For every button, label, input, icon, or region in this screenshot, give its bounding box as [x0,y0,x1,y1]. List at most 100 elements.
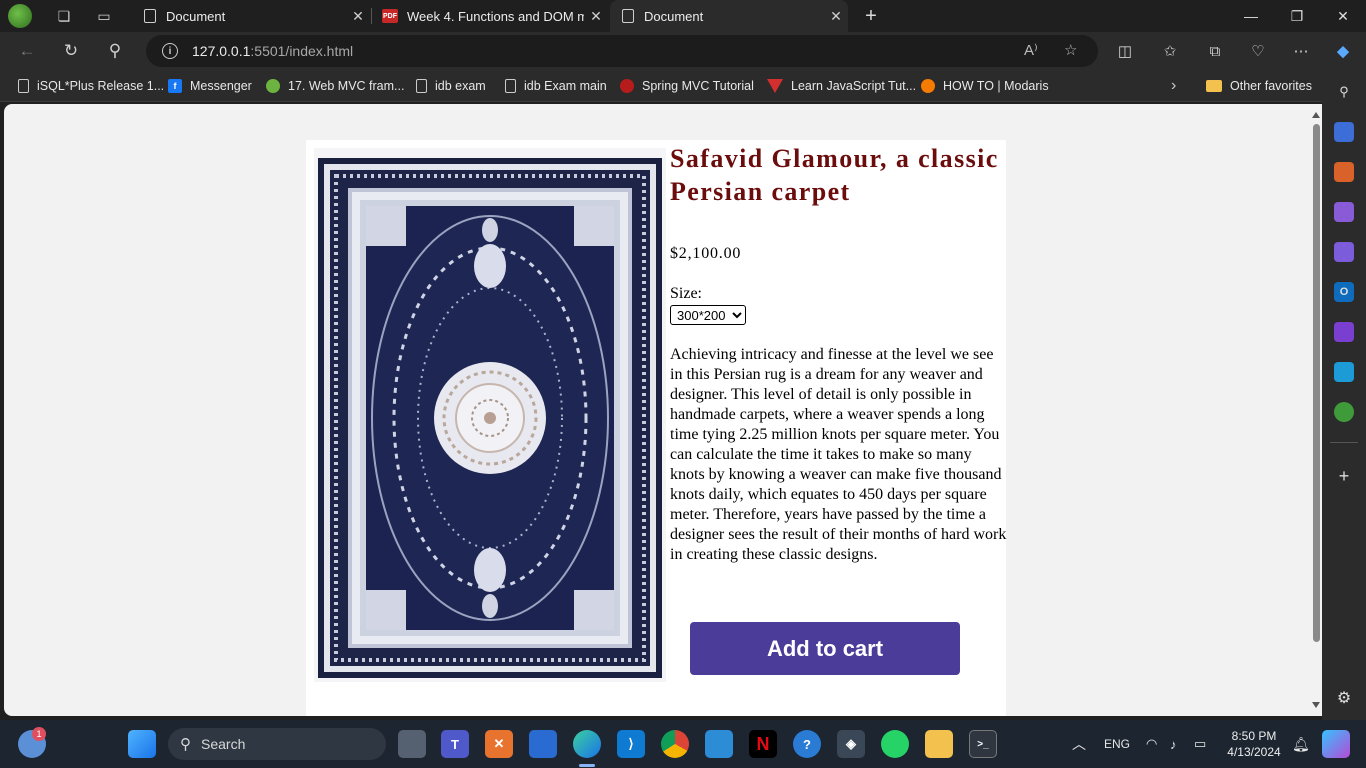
product-price: $2,100.00 [670,245,742,262]
favorite-star-icon[interactable]: ☆ [1064,41,1077,59]
notification-badge: 1 [32,727,46,741]
add-to-cart-button[interactable]: Add to cart [690,622,960,675]
terminal-icon[interactable]: >_ [969,730,997,758]
volume-icon[interactable]: ♪ [1170,720,1177,768]
file-explorer-icon[interactable] [925,730,953,758]
back-button[interactable]: ← [12,36,42,66]
collections-icon[interactable]: ⧉ [1202,38,1228,64]
document-icon [622,9,634,23]
favorite-idb-exam[interactable]: idb exam [416,77,486,95]
wifi-icon[interactable]: ◠ [1146,720,1157,768]
more-menu-icon[interactable]: ⋯ [1288,38,1314,64]
settings-gear-icon[interactable]: ⚙ [1334,688,1354,708]
tab-actions-icon[interactable]: ▭ [84,0,124,32]
favorite-modaris[interactable]: HOW TO | Modaris [921,77,1049,95]
product-title: Safavid Glamour, a classic Persian carpe… [670,144,999,206]
workspaces-icon[interactable]: ❏ [44,0,84,32]
taskbar-search-box[interactable]: ⚲ Search [168,728,386,760]
task-view-icon[interactable] [398,730,426,758]
product-info: Safavid Glamour, a classic Persian carpe… [670,140,1010,565]
whatsapp-icon[interactable] [881,730,909,758]
carpet-image [314,148,666,682]
clock-date: 4/13/2024 [1227,745,1281,759]
favorite-idb-exam-main[interactable]: idb Exam main [505,77,607,95]
scrollbar-thumb[interactable] [1313,124,1320,642]
split-screen-icon[interactable]: ◫ [1112,38,1138,64]
triangle-icon [767,79,783,93]
clock-time: 8:50 PM [1231,729,1277,743]
site-info-icon[interactable]: i [162,43,178,59]
favorite-web-mvc[interactable]: 17. Web MVC fram... [266,77,404,95]
shopping-tag-icon[interactable] [1334,122,1354,142]
add-sidebar-app-icon[interactable]: + [1334,466,1354,486]
vscode-icon[interactable]: ⟩ [617,730,645,758]
product-card: Safavid Glamour, a classic Persian carpe… [306,140,1006,716]
edge-sidebar: ⚲ O + ⚙ [1322,70,1366,720]
help-icon[interactable]: ? [793,730,821,758]
favorite-spring-mvc-tutorial[interactable]: Spring MVC Tutorial [620,77,754,95]
designer-icon[interactable] [1334,322,1354,342]
close-icon[interactable]: ✕ [584,8,608,25]
favorite-other-favorites[interactable]: Other favorites [1206,77,1312,95]
address-bar: ← ↻ ⚲ i 127.0.0.1:5501/index.html A⁾ ☆ ◫… [0,32,1366,70]
favorites-overflow-chevron-icon[interactable]: › [1171,77,1176,95]
system-clock[interactable]: 8:50 PM 4/13/2024 [1222,728,1286,760]
copilot-app-icon[interactable] [1334,242,1354,262]
favorites-bar: iSQL*Plus Release 1... f Messenger 17. We… [0,70,1322,102]
refresh-button[interactable]: ↻ [56,36,86,66]
tray-overflow-chevron-icon[interactable]: ︿ [1072,720,1086,768]
notepad-icon[interactable] [705,730,733,758]
chrome-icon[interactable] [661,730,689,758]
document-icon [505,79,516,93]
language-indicator[interactable]: ENG [1104,720,1130,768]
tab-document-active[interactable]: Document ✕ [610,0,848,32]
tab-week4-pdf[interactable]: PDF Week 4. Functions and DOM mar ✕ [372,0,608,32]
favorite-messenger[interactable]: f Messenger [168,77,252,95]
edge-browser-icon[interactable] [573,730,601,758]
close-icon[interactable]: ✕ [824,8,848,25]
games-icon[interactable] [1334,202,1354,222]
page-scrollbar[interactable] [1310,104,1322,716]
notification-bell-icon[interactable]: 🔔︎ [1292,720,1310,768]
scroll-down-arrow-icon[interactable] [1312,702,1320,708]
copilot-preview-icon[interactable] [1322,730,1350,758]
size-select[interactable]: 300*200 [670,305,746,325]
drop-icon[interactable] [1334,362,1354,382]
url-field[interactable]: i 127.0.0.1:5501/index.html A⁾ ☆ [146,35,1098,67]
performance-icon[interactable]: ♡ [1245,38,1271,64]
document-icon [18,79,29,93]
copilot-icon[interactable]: ◆ [1330,38,1356,64]
tutorial-icon [620,79,634,93]
profile-avatar[interactable] [8,4,32,28]
microsoft-store-icon[interactable] [529,730,557,758]
netflix-icon[interactable]: N [749,730,777,758]
start-windows-icon[interactable] [128,730,156,758]
read-aloud-icon[interactable]: A⁾ [1024,41,1038,59]
xampp-icon[interactable]: ✕ [485,730,513,758]
pdf-icon: PDF [382,9,398,23]
favorites-icon[interactable]: ✩ [1157,38,1183,64]
git-icon[interactable]: ◈ [837,730,865,758]
close-icon[interactable]: ✕ [346,8,370,25]
favorite-learn-javascript[interactable]: Learn JavaScript Tut... [767,77,916,95]
minimize-button[interactable]: — [1228,0,1274,32]
search-icon[interactable]: ⚲ [100,36,130,66]
outlook-icon[interactable]: O [1334,282,1354,302]
document-icon [416,79,427,93]
spring-icon [266,79,280,93]
teams-icon[interactable]: T [441,730,469,758]
search-icon: ⚲ [180,736,191,753]
close-window-button[interactable]: ✕ [1320,0,1366,32]
tree-icon[interactable] [1334,402,1354,422]
tools-briefcase-icon[interactable] [1334,162,1354,182]
modaris-icon [921,79,935,93]
facebook-icon: f [168,79,182,93]
battery-icon[interactable]: ▭ [1194,720,1206,768]
url-path: :5501/index.html [250,43,354,59]
restore-button[interactable]: ❐ [1274,0,1320,32]
search-icon[interactable]: ⚲ [1334,82,1354,102]
scroll-up-arrow-icon[interactable] [1312,112,1320,118]
tab-document-1[interactable]: Document ✕ [132,0,370,32]
favorite-isqlplus[interactable]: iSQL*Plus Release 1... [18,77,164,95]
new-tab-button[interactable]: + [858,0,884,32]
